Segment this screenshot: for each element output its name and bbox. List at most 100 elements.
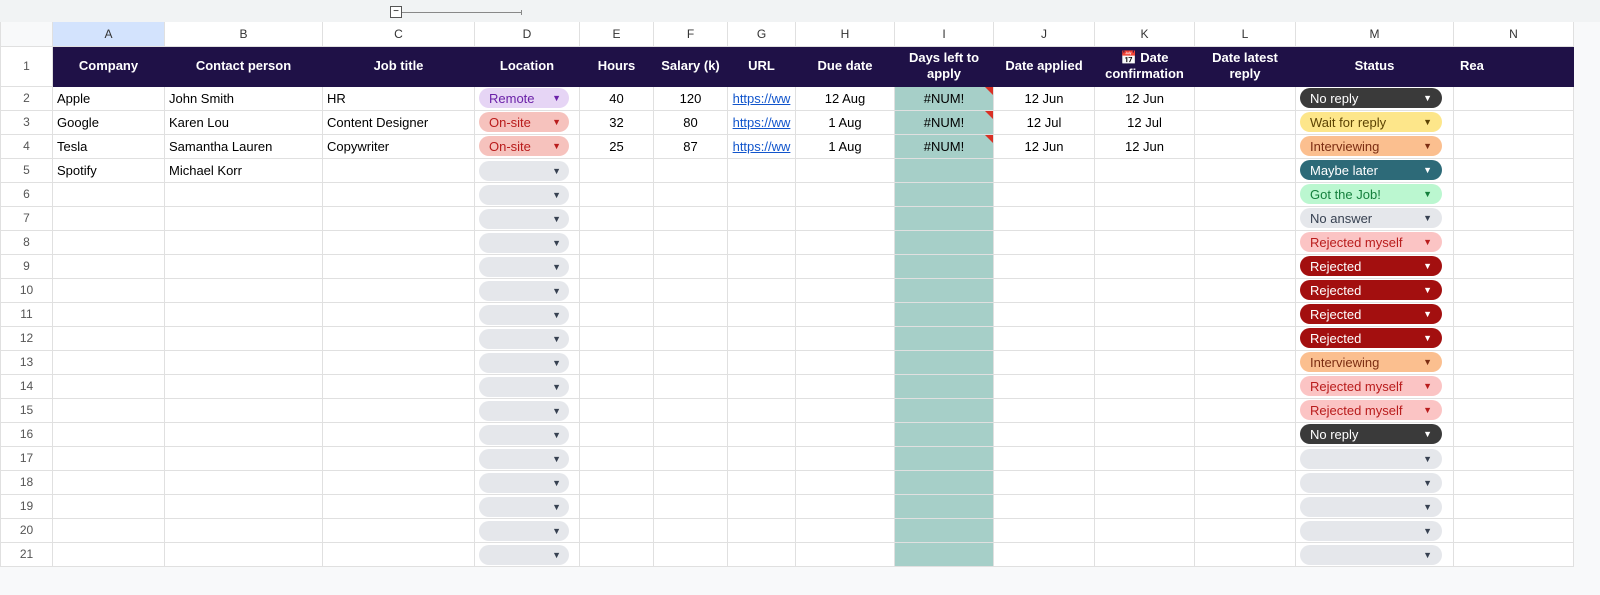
- cell-daysleft[interactable]: [895, 158, 994, 182]
- status-chip[interactable]: Rejected myself▼: [1300, 376, 1442, 396]
- row-number[interactable]: 20: [1, 518, 53, 542]
- cell-hours[interactable]: [580, 542, 654, 566]
- cell-dateconf[interactable]: [1095, 398, 1195, 422]
- row-number[interactable]: 15: [1, 398, 53, 422]
- cell-extra[interactable]: [1454, 230, 1574, 254]
- cell-dateapplied[interactable]: [994, 398, 1095, 422]
- row-number[interactable]: 9: [1, 254, 53, 278]
- row-number[interactable]: 12: [1, 326, 53, 350]
- cell-location[interactable]: ▼: [475, 206, 580, 230]
- cell-daysleft[interactable]: [895, 422, 994, 446]
- cell-jobtitle[interactable]: [323, 518, 475, 542]
- cell-salary[interactable]: [654, 470, 728, 494]
- cell-dateapplied[interactable]: [994, 182, 1095, 206]
- cell-dateapplied[interactable]: [994, 158, 1095, 182]
- status-chip[interactable]: Rejected▼: [1300, 328, 1442, 348]
- cell-dateconf[interactable]: 12 Jul: [1095, 110, 1195, 134]
- cell-daysleft[interactable]: [895, 206, 994, 230]
- cell-dateconf[interactable]: [1095, 422, 1195, 446]
- cell-dateapplied[interactable]: [994, 230, 1095, 254]
- cell-dateapplied[interactable]: [994, 326, 1095, 350]
- cell-daysleft[interactable]: [895, 542, 994, 566]
- cell-salary[interactable]: [654, 326, 728, 350]
- cell-location[interactable]: ▼: [475, 302, 580, 326]
- cell-datereply[interactable]: [1195, 302, 1296, 326]
- cell-salary[interactable]: [654, 302, 728, 326]
- cell-dateconf[interactable]: 12 Jun: [1095, 134, 1195, 158]
- cell-status[interactable]: Rejected myself▼: [1296, 230, 1454, 254]
- status-chip[interactable]: Rejected▼: [1300, 304, 1442, 324]
- location-chip[interactable]: ▼: [479, 305, 569, 325]
- cell-contact[interactable]: [165, 542, 323, 566]
- location-chip[interactable]: ▼: [479, 209, 569, 229]
- cell-status[interactable]: ▼: [1296, 542, 1454, 566]
- cell-daysleft[interactable]: #NUM!: [895, 110, 994, 134]
- cell-location[interactable]: ▼: [475, 422, 580, 446]
- cell-company[interactable]: [53, 278, 165, 302]
- cell-datereply[interactable]: [1195, 134, 1296, 158]
- cell-hours[interactable]: [580, 494, 654, 518]
- cell-location[interactable]: ▼: [475, 542, 580, 566]
- row-number[interactable]: 6: [1, 182, 53, 206]
- group-collapse-toggle[interactable]: −: [390, 6, 402, 18]
- cell-contact[interactable]: [165, 422, 323, 446]
- status-chip[interactable]: Interviewing▼: [1300, 136, 1442, 156]
- cell-jobtitle[interactable]: [323, 302, 475, 326]
- cell-company[interactable]: Apple: [53, 86, 165, 110]
- cell-dateconf[interactable]: [1095, 470, 1195, 494]
- cell-daysleft[interactable]: #NUM!: [895, 86, 994, 110]
- cell-hours[interactable]: [580, 374, 654, 398]
- status-chip[interactable]: ▼: [1300, 449, 1442, 469]
- header-status[interactable]: Status: [1296, 46, 1454, 86]
- cell-hours[interactable]: [580, 158, 654, 182]
- cell-salary[interactable]: [654, 446, 728, 470]
- row-number[interactable]: 13: [1, 350, 53, 374]
- cell-salary[interactable]: [654, 422, 728, 446]
- col-header-G[interactable]: G: [728, 22, 796, 46]
- cell-contact[interactable]: [165, 230, 323, 254]
- row-number[interactable]: 19: [1, 494, 53, 518]
- row-number[interactable]: 5: [1, 158, 53, 182]
- cell-daysleft[interactable]: [895, 470, 994, 494]
- cell-datereply[interactable]: [1195, 422, 1296, 446]
- cell-url[interactable]: [728, 374, 796, 398]
- cell-contact[interactable]: Michael Korr: [165, 158, 323, 182]
- cell-extra[interactable]: [1454, 302, 1574, 326]
- cell-duedate[interactable]: [796, 374, 895, 398]
- col-header-H[interactable]: H: [796, 22, 895, 46]
- cell-location[interactable]: Remote▼: [475, 86, 580, 110]
- cell-status[interactable]: No reply▼: [1296, 86, 1454, 110]
- header-reason-cut[interactable]: Rea: [1454, 46, 1574, 86]
- cell-url[interactable]: [728, 446, 796, 470]
- cell-duedate[interactable]: [796, 278, 895, 302]
- cell-extra[interactable]: [1454, 398, 1574, 422]
- select-all-corner[interactable]: [1, 22, 53, 46]
- cell-duedate[interactable]: 1 Aug: [796, 110, 895, 134]
- cell-dateconf[interactable]: [1095, 302, 1195, 326]
- cell-company[interactable]: [53, 374, 165, 398]
- cell-company[interactable]: [53, 326, 165, 350]
- cell-contact[interactable]: [165, 398, 323, 422]
- status-chip[interactable]: ▼: [1300, 521, 1442, 541]
- cell-url[interactable]: https://ww: [728, 110, 796, 134]
- cell-contact[interactable]: [165, 278, 323, 302]
- cell-daysleft[interactable]: [895, 278, 994, 302]
- cell-daysleft[interactable]: [895, 182, 994, 206]
- cell-url[interactable]: [728, 350, 796, 374]
- cell-jobtitle[interactable]: Copywriter: [323, 134, 475, 158]
- cell-daysleft[interactable]: [895, 446, 994, 470]
- cell-daysleft[interactable]: #NUM!: [895, 134, 994, 158]
- url-link[interactable]: https://ww: [733, 91, 791, 106]
- cell-location[interactable]: ▼: [475, 446, 580, 470]
- cell-hours[interactable]: [580, 182, 654, 206]
- cell-duedate[interactable]: [796, 518, 895, 542]
- cell-location[interactable]: ▼: [475, 230, 580, 254]
- cell-hours[interactable]: 32: [580, 110, 654, 134]
- row-number[interactable]: 11: [1, 302, 53, 326]
- cell-extra[interactable]: [1454, 542, 1574, 566]
- cell-jobtitle[interactable]: [323, 446, 475, 470]
- cell-location[interactable]: ▼: [475, 326, 580, 350]
- cell-salary[interactable]: 120: [654, 86, 728, 110]
- location-chip[interactable]: On-site▼: [479, 112, 569, 132]
- cell-jobtitle[interactable]: [323, 254, 475, 278]
